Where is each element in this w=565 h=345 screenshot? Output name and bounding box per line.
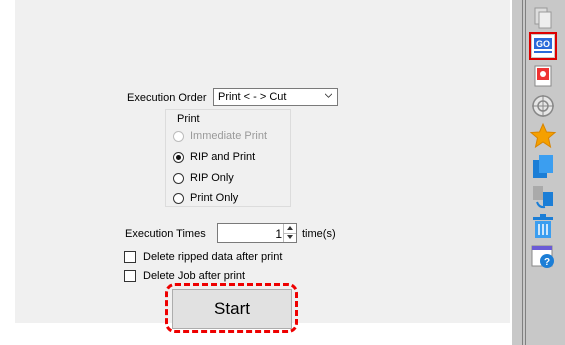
execution-times-label: Execution Times <box>125 228 206 240</box>
delete-job-checkbox[interactable] <box>124 270 136 282</box>
delete-ripped-data-label: Delete ripped data after print <box>143 251 283 263</box>
execution-order-label: Execution Order <box>127 92 207 104</box>
start-button[interactable]: Start <box>172 289 292 329</box>
svg-text:?: ? <box>544 257 550 268</box>
delete-job-label: Delete Job after print <box>143 270 246 282</box>
copy-icon[interactable] <box>529 4 557 32</box>
execution-times-stepper[interactable]: 1 <box>217 223 297 243</box>
print-only-label: Print Only <box>190 192 239 204</box>
duplicate-icon[interactable] <box>529 152 557 180</box>
print-group-title: Print <box>176 113 201 125</box>
help-icon[interactable]: ? <box>529 242 557 270</box>
rip-only-label: RIP Only <box>190 172 234 184</box>
spin-buttons[interactable] <box>283 224 296 242</box>
print-only-radio[interactable] <box>173 193 184 204</box>
chevron-down-icon <box>325 93 332 98</box>
delete-ripped-data-checkbox[interactable] <box>124 251 136 263</box>
target-icon[interactable] <box>529 92 557 120</box>
favorite-star-icon[interactable] <box>529 122 557 150</box>
execution-times-unit: time(s) <box>302 228 336 240</box>
spin-down-icon[interactable] <box>284 233 296 242</box>
svg-text:GO: GO <box>536 39 550 49</box>
rip-only-radio[interactable] <box>173 173 184 184</box>
trash-icon[interactable] <box>529 212 557 240</box>
transfer-icon[interactable] <box>529 182 557 210</box>
execution-times-value: 1 <box>275 227 282 241</box>
immediate-print-label: Immediate Print <box>190 130 268 142</box>
execution-order-value: Print < - > Cut <box>218 91 287 103</box>
immediate-print-radio[interactable] <box>173 131 184 142</box>
job-settings-icon[interactable] <box>529 62 557 90</box>
rip-and-print-radio[interactable] <box>173 152 184 163</box>
execution-order-dropdown[interactable]: Print < - > Cut <box>213 88 338 106</box>
rip-and-print-label: RIP and Print <box>190 151 256 163</box>
go-icon[interactable]: GO <box>529 32 557 60</box>
